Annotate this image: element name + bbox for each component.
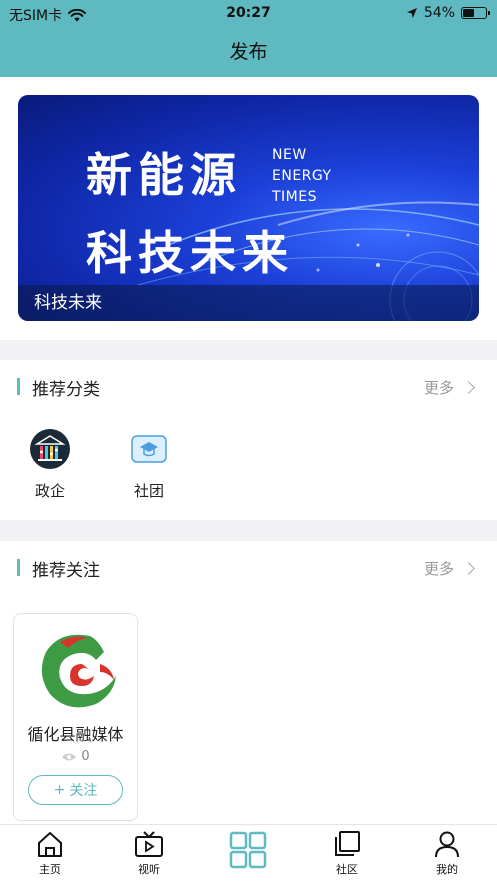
banner-english-2: ENERGY xyxy=(272,168,332,184)
battery-icon xyxy=(461,7,490,19)
category-item-government[interactable]: 政企 xyxy=(20,428,80,501)
banner-caption: 科技未来 xyxy=(34,293,102,313)
chevron-right-icon xyxy=(462,381,475,394)
section-title: 推荐分类 xyxy=(32,380,100,400)
section-title: 推荐关注 xyxy=(32,561,100,581)
more-categories-link[interactable]: 更多 xyxy=(423,377,475,398)
banner-section: 新能源 科技未来 NEW ENERGY TIMES 科技未来 xyxy=(0,77,497,340)
video-icon xyxy=(135,831,163,857)
tab-community[interactable]: 社区 xyxy=(317,830,377,877)
tab-label: 我的 xyxy=(436,863,458,876)
section-accent-bar xyxy=(17,559,20,576)
more-label: 更多 xyxy=(423,379,454,397)
category-label: 社团 xyxy=(133,482,164,500)
banner-headline-2: 科技未来 xyxy=(86,226,294,280)
follow-card-name: 循化县融媒体 xyxy=(27,725,124,744)
recommended-categories-section: 推荐分类 更多 政企 社团 xyxy=(0,360,497,520)
tab-home[interactable]: 主页 xyxy=(20,830,80,877)
banner-english-3: TIMES xyxy=(272,189,317,205)
status-right: 54% xyxy=(406,5,490,21)
location-arrow-icon xyxy=(406,8,417,18)
community-icon xyxy=(335,831,360,856)
plus-icon: + xyxy=(53,782,66,798)
app-header: 无SIM卡 20:27 54% 发布 xyxy=(0,0,497,77)
section-header: 推荐分类 更多 xyxy=(0,360,497,412)
government-building-icon xyxy=(30,429,70,469)
bottom-tab-bar: 主页 视听 社区 我的 xyxy=(0,824,497,883)
recommended-follows-section: 推荐关注 更多 循化县融媒体 0 + 关注 xyxy=(0,541,497,824)
view-count: 0 xyxy=(81,749,90,764)
section-accent-bar xyxy=(17,378,20,395)
media-logo-icon xyxy=(41,634,116,708)
banner-carousel[interactable]: 新能源 科技未来 NEW ENERGY TIMES 科技未来 xyxy=(18,95,479,321)
banner-english-1: NEW xyxy=(272,147,307,163)
more-label: 更多 xyxy=(423,560,454,578)
tab-publish[interactable] xyxy=(218,830,278,870)
graduation-cap-icon xyxy=(131,435,167,463)
eye-icon xyxy=(62,753,77,760)
follow-card-views: 0 xyxy=(14,749,137,764)
tab-label: 视听 xyxy=(138,863,160,876)
tab-label: 主页 xyxy=(39,863,61,876)
chevron-right-icon xyxy=(462,562,475,575)
follow-button-label: 关注 xyxy=(69,783,98,799)
home-icon xyxy=(38,832,62,857)
status-bar: 无SIM卡 20:27 54% xyxy=(0,4,497,24)
page-title: 发布 xyxy=(229,41,268,63)
tab-profile[interactable]: 我的 xyxy=(417,830,477,877)
category-label: 政企 xyxy=(34,482,65,500)
follow-button[interactable]: + 关注 xyxy=(28,775,123,805)
more-follows-link[interactable]: 更多 xyxy=(423,558,475,579)
follow-card[interactable]: 循化县融媒体 0 + 关注 xyxy=(13,613,138,821)
category-item-club[interactable]: 社团 xyxy=(119,428,179,501)
grid-icon xyxy=(229,831,267,869)
tab-label: 社区 xyxy=(336,863,358,876)
user-icon xyxy=(435,831,459,858)
banner-headline-1: 新能源 xyxy=(86,148,242,202)
battery-percent: 54% xyxy=(423,5,455,21)
section-header: 推荐关注 更多 xyxy=(0,541,497,593)
tab-video[interactable]: 视听 xyxy=(119,830,179,877)
